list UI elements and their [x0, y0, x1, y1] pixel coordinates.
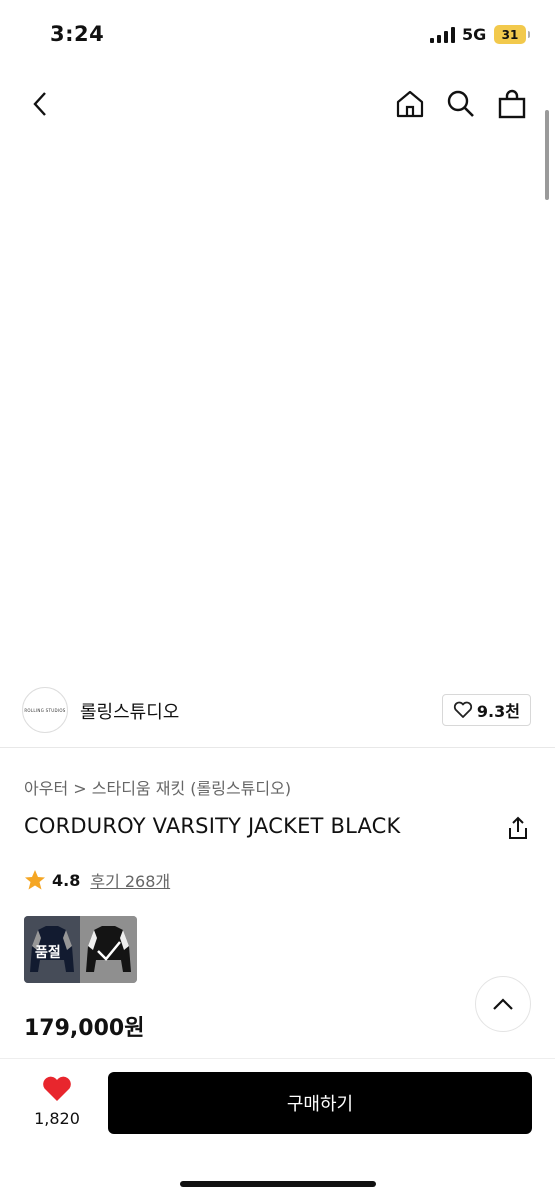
image-counter: 1 / 12 [459, 621, 503, 639]
star-icon [25, 870, 45, 890]
home-icon [396, 90, 424, 118]
home-indicator [180, 1181, 376, 1187]
chevron-right-icon [510, 624, 519, 636]
product-image [100, 138, 468, 590]
brand-like-count: 9.3천 [476, 702, 520, 721]
status-bar: 3:24 5G 31 [0, 0, 555, 70]
heart-icon [43, 1076, 71, 1101]
product-price: 179,000원 [24, 1016, 145, 1041]
buy-button[interactable]: 구매하기 [108, 1072, 532, 1134]
network-label: 5G [462, 25, 487, 44]
battery-icon: 31 [494, 25, 530, 44]
wish-button[interactable]: 1,820 [30, 1075, 84, 1128]
brand-logo[interactable]: ROLLING STUDIOS [22, 687, 68, 733]
soldout-label: 품절 [35, 945, 61, 961]
back-icon [33, 92, 46, 116]
share-button[interactable] [505, 815, 531, 841]
brand-name[interactable]: 롤링스튜디오 [80, 698, 179, 724]
variant-navy[interactable]: 품절 [24, 916, 80, 983]
brand-like-button[interactable]: 9.3천 [441, 694, 531, 726]
brand-logo-text: ROLLING STUDIOS [24, 707, 66, 713]
cart-button[interactable] [494, 86, 530, 122]
product-title: CORDUROY VARSITY JACKET BLACK [24, 814, 401, 838]
chevron-up-icon [493, 998, 513, 1010]
battery-level: 31 [501, 27, 519, 42]
variant-selector: 품절 [24, 916, 137, 983]
heart-outline-icon [453, 701, 473, 718]
brand-row[interactable]: ROLLING STUDIOS 롤링스튜디오 9.3천 [0, 672, 555, 748]
breadcrumb-separator: > [73, 779, 92, 798]
rating-row: 4.8 후기 268개 [24, 868, 170, 892]
bag-icon [498, 89, 526, 119]
similar-icon [35, 622, 51, 638]
wish-count: 1,820 [34, 1109, 80, 1128]
status-time: 3:24 [50, 22, 105, 46]
scroll-top-button[interactable] [475, 976, 531, 1032]
search-button[interactable] [443, 86, 479, 122]
back-button[interactable] [22, 86, 58, 122]
similar-products-label: 비슷한 상품 [58, 621, 132, 640]
reviews-link[interactable]: 후기 268개 [90, 868, 170, 892]
signal-icon [430, 27, 456, 43]
image-counter-button[interactable]: 1 / 12 [447, 613, 531, 647]
home-button[interactable] [392, 86, 428, 122]
variant-black-image [80, 916, 137, 983]
breadcrumb-item[interactable]: 스타디움 재킷 (롤링스튜디오) [92, 779, 291, 798]
similar-products-button[interactable]: 비슷한 상품 [24, 613, 144, 647]
bottom-action-bar: 1,820 구매하기 [0, 1058, 555, 1200]
breadcrumb-item[interactable]: 아우터 [24, 779, 68, 798]
top-nav [0, 78, 555, 132]
variant-black[interactable] [80, 916, 137, 983]
search-icon [447, 90, 474, 117]
rating-score: 4.8 [52, 870, 81, 890]
share-icon [509, 816, 527, 839]
breadcrumb: 아우터 > 스타디움 재킷 (롤링스튜디오) [24, 775, 291, 799]
